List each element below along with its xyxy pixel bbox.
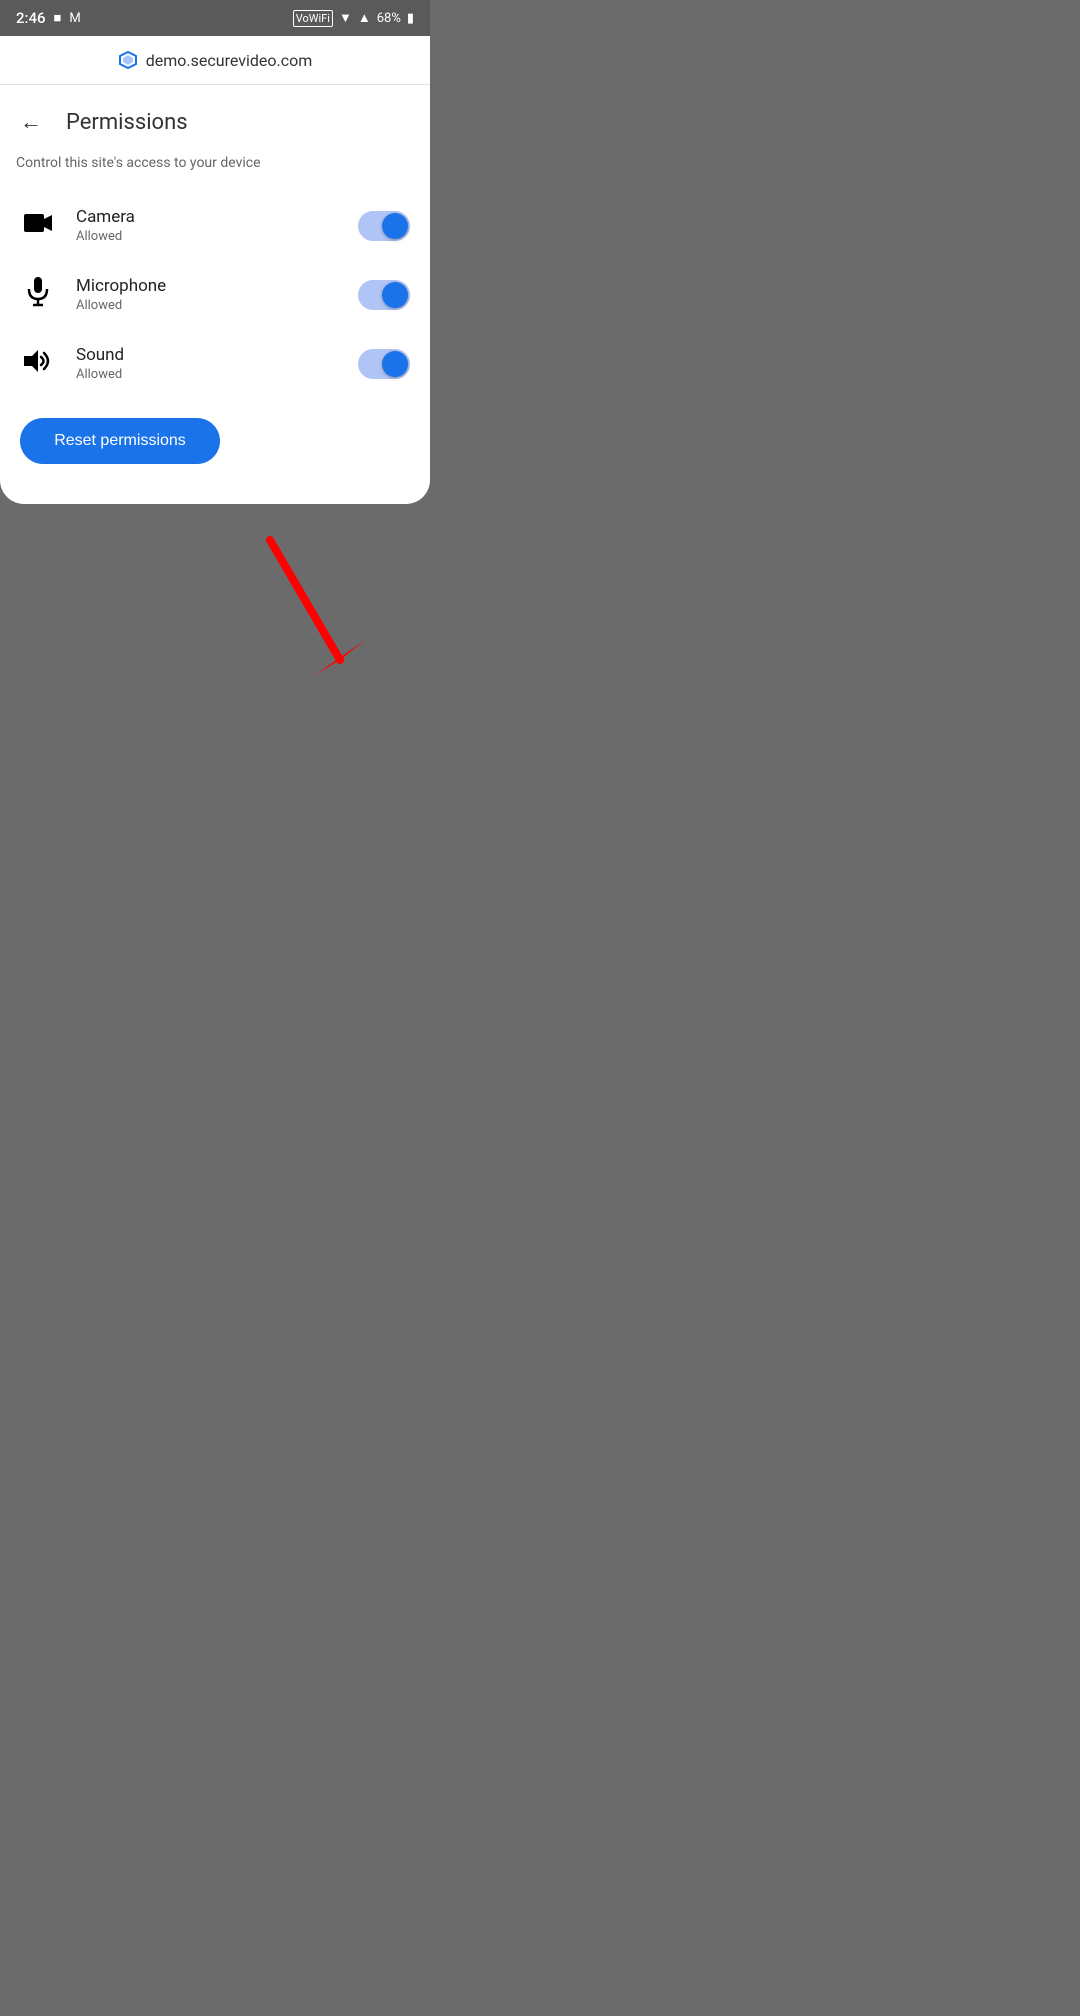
status-time: 2:46 xyxy=(16,9,46,27)
camera-toggle-thumb xyxy=(382,213,408,239)
permission-item-sound: Sound Allowed xyxy=(0,329,430,398)
microphone-info: Microphone Allowed xyxy=(76,276,338,313)
microphone-icon xyxy=(20,277,56,313)
permissions-subtitle: Control this site's access to your devic… xyxy=(0,147,430,191)
site-favicon xyxy=(118,50,138,70)
permissions-modal: demo.securevideo.com ← Permissions Contr… xyxy=(0,36,430,504)
camera-toggle-track xyxy=(358,211,410,241)
sound-toggle-thumb xyxy=(382,351,408,377)
microphone-toggle-thumb xyxy=(382,282,408,308)
vowifi-icon: VoWiFi xyxy=(293,10,333,27)
url-bar: demo.securevideo.com xyxy=(0,36,430,85)
status-icon-2: M xyxy=(69,11,80,26)
sound-toggle[interactable] xyxy=(358,349,410,379)
camera-status: Allowed xyxy=(76,229,338,244)
camera-toggle[interactable] xyxy=(358,211,410,241)
page-title: Permissions xyxy=(66,110,188,135)
reset-permissions-button[interactable]: Reset permissions xyxy=(20,418,220,464)
wifi-icon: ▼ xyxy=(339,10,352,26)
status-bar: 2:46 ■ M VoWiFi ▼ ▲ 68% ▮ xyxy=(0,0,430,36)
battery-icon: ▮ xyxy=(407,11,414,26)
red-arrow-icon xyxy=(250,530,370,690)
reset-btn-container: Reset permissions xyxy=(0,398,430,474)
permissions-header: ← Permissions xyxy=(0,85,430,147)
camera-icon xyxy=(20,211,56,241)
microphone-toggle[interactable] xyxy=(358,280,410,310)
sound-info: Sound Allowed xyxy=(76,345,338,382)
status-icon-1: ■ xyxy=(54,10,62,26)
microphone-toggle-track xyxy=(358,280,410,310)
microphone-status: Allowed xyxy=(76,298,338,313)
back-button[interactable]: ← xyxy=(16,105,46,139)
permission-item-camera: Camera Allowed xyxy=(0,191,430,260)
url-text: demo.securevideo.com xyxy=(146,51,313,70)
battery-text: 68% xyxy=(377,11,401,26)
microphone-name: Microphone xyxy=(76,276,338,296)
signal-icon: ▲ xyxy=(358,10,371,26)
camera-info: Camera Allowed xyxy=(76,207,338,244)
sound-name: Sound xyxy=(76,345,338,365)
status-left: 2:46 ■ M xyxy=(16,9,81,27)
sound-icon xyxy=(20,348,56,380)
permission-item-microphone: Microphone Allowed xyxy=(0,260,430,329)
camera-name: Camera xyxy=(76,207,338,227)
arrow-overlay xyxy=(250,530,370,694)
status-right: VoWiFi ▼ ▲ 68% ▮ xyxy=(293,10,414,27)
sound-toggle-track xyxy=(358,349,410,379)
sound-status: Allowed xyxy=(76,367,338,382)
